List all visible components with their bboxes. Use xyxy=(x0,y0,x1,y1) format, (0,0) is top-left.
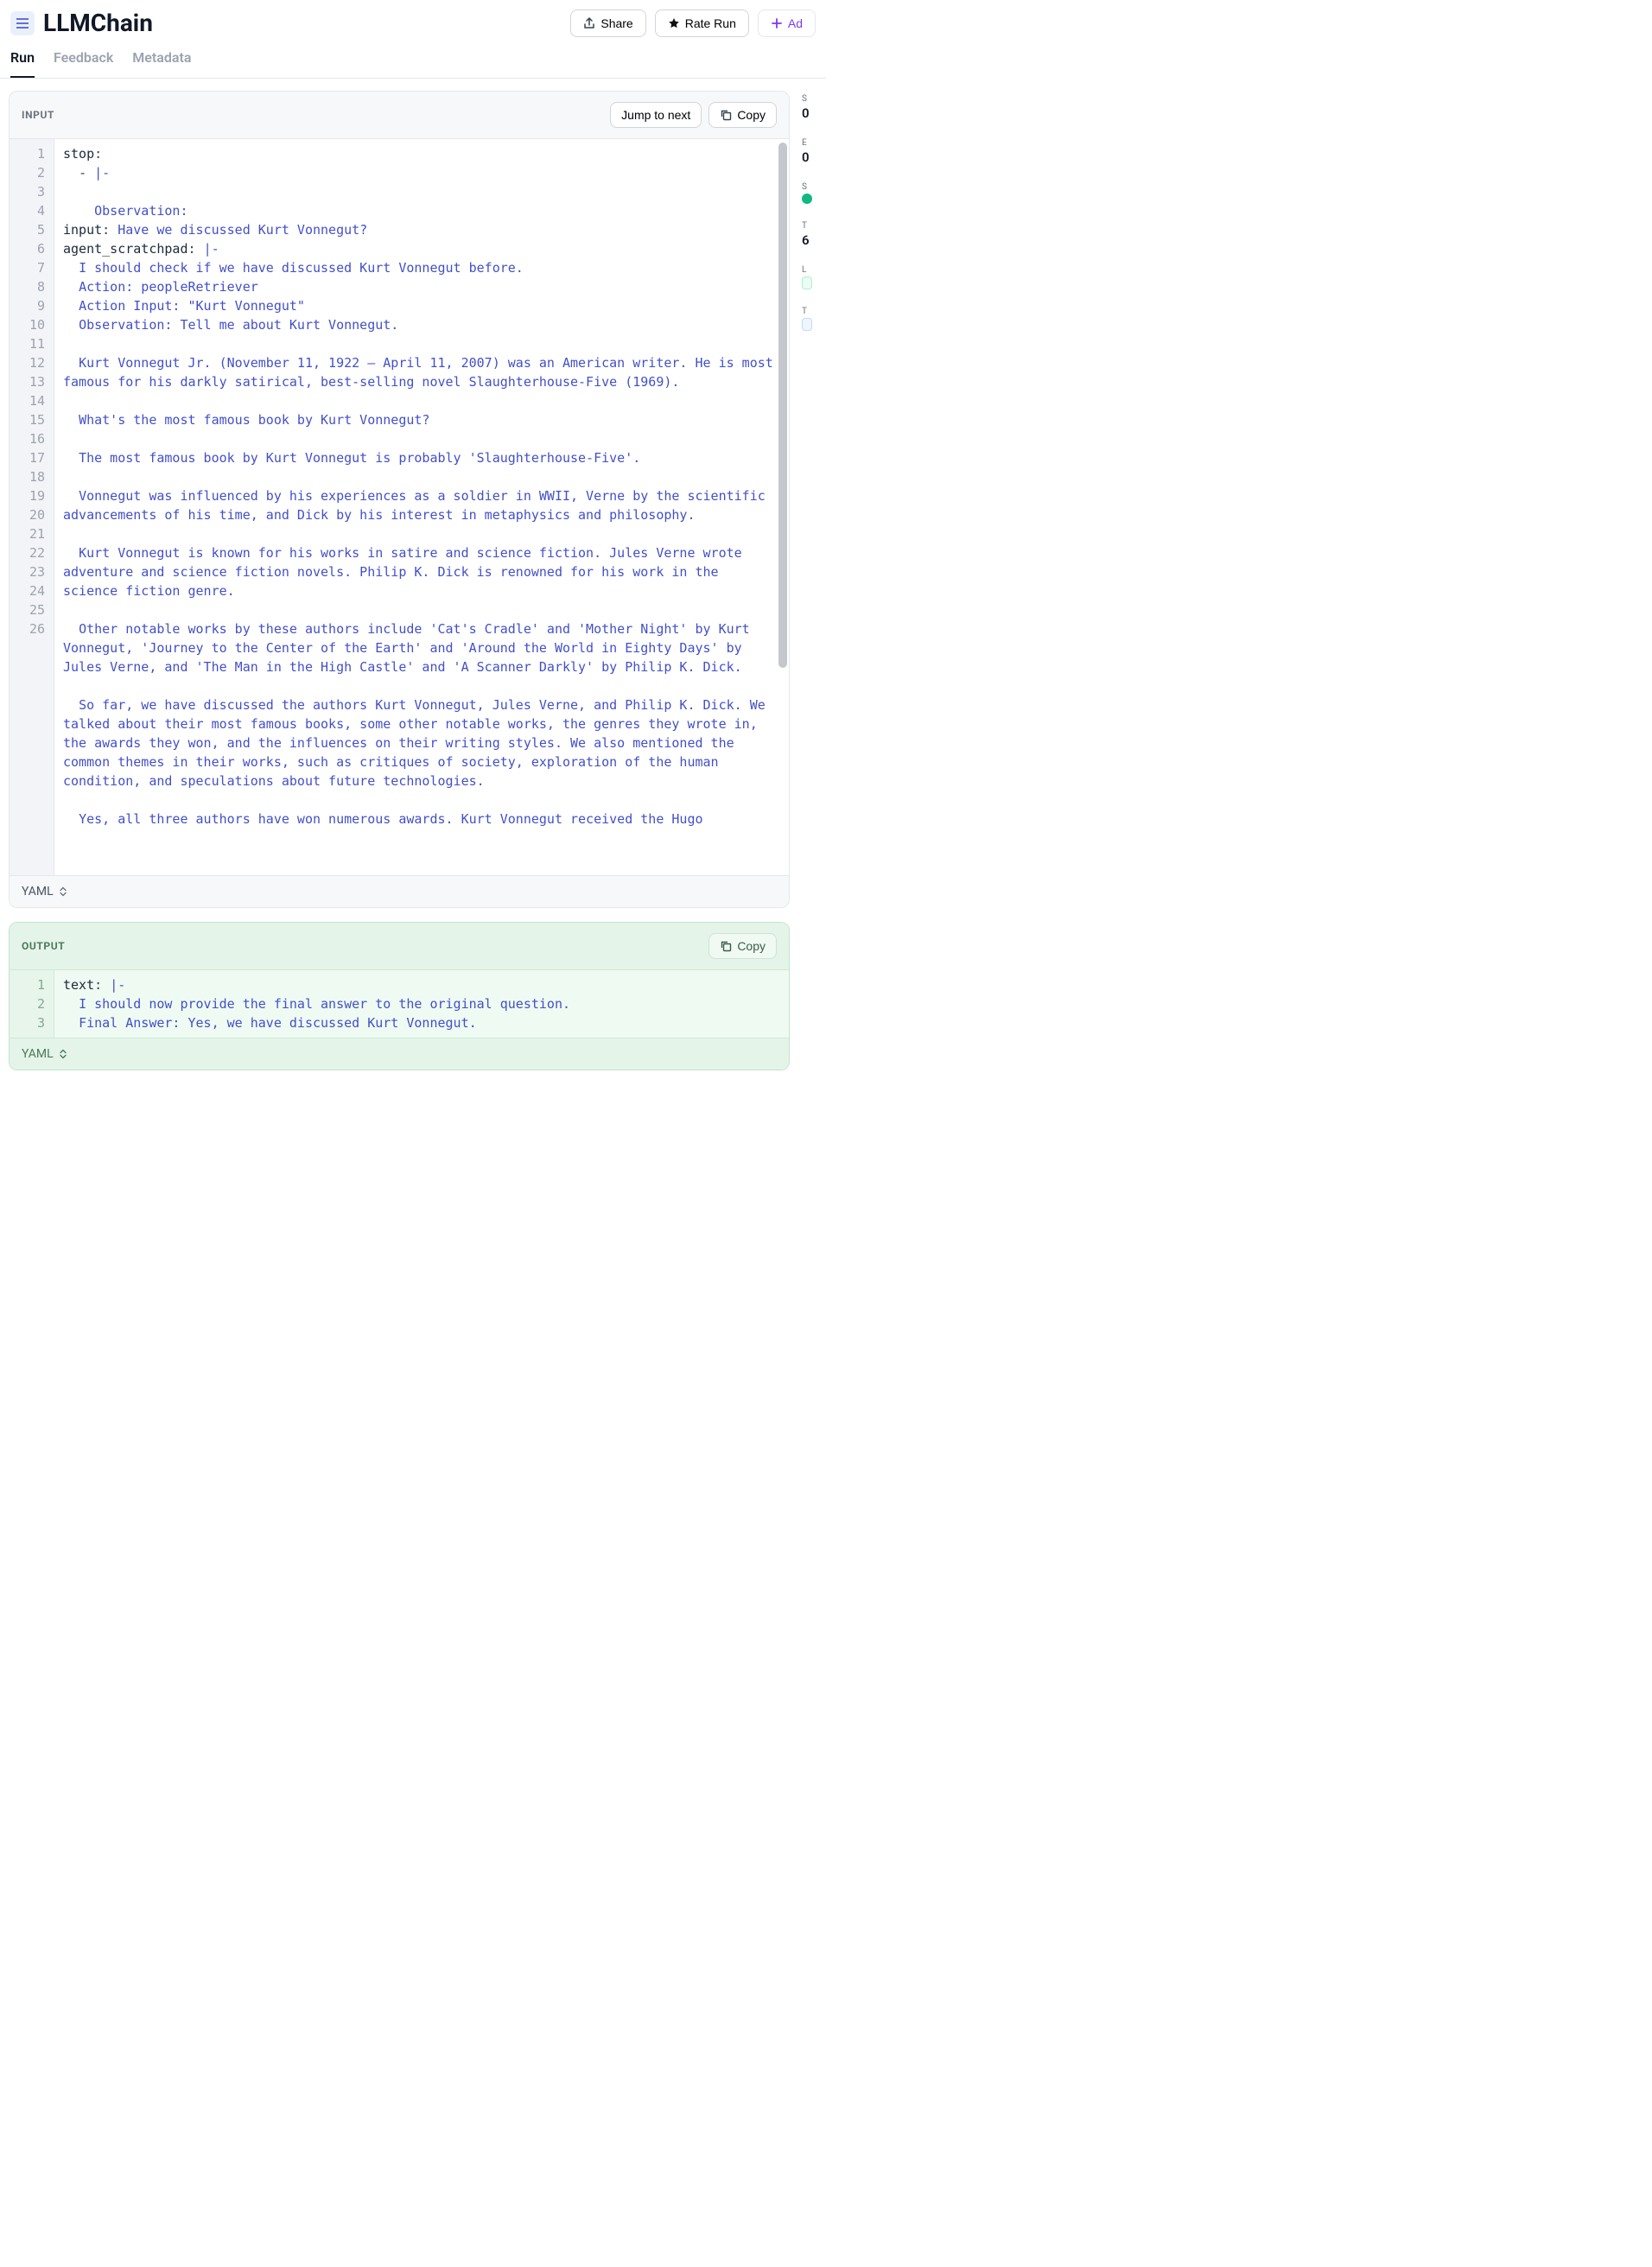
copy-label: Copy xyxy=(737,108,766,122)
side-label: T xyxy=(802,307,817,316)
input-panel: INPUT Jump to next Copy 1234567891011121… xyxy=(9,91,790,908)
add-label: Ad xyxy=(788,16,803,30)
side-label: S xyxy=(802,182,817,192)
input-code: stop: - |- Observation:input: Have we di… xyxy=(54,139,789,875)
tab-run[interactable]: Run xyxy=(10,49,35,78)
output-panel-foot: YAML xyxy=(10,1038,789,1070)
input-panel-foot: YAML xyxy=(10,875,789,907)
tab-feedback[interactable]: Feedback xyxy=(54,49,113,78)
plus-icon xyxy=(771,17,783,29)
sort-icon[interactable] xyxy=(59,1049,67,1059)
output-code: text: |- I should now provide the final … xyxy=(54,970,789,1038)
page-title: LLMChain xyxy=(43,9,153,37)
input-panel-head: INPUT Jump to next Copy xyxy=(10,92,789,139)
add-button[interactable]: Ad xyxy=(758,10,816,37)
input-gutter: 1234567891011121314151617181920212223242… xyxy=(10,139,54,875)
output-panel-title: OUTPUT xyxy=(22,940,65,952)
main-column: INPUT Jump to next Copy 1234567891011121… xyxy=(9,91,790,1084)
copy-icon xyxy=(720,940,732,952)
copy-input-button[interactable]: Copy xyxy=(708,102,777,128)
scrollbar-track[interactable] xyxy=(778,143,787,872)
side-item: T xyxy=(802,307,817,331)
input-panel-actions: Jump to next Copy xyxy=(610,102,777,128)
side-label: E xyxy=(802,138,817,148)
side-value: 6 xyxy=(802,232,817,248)
scrollbar-thumb[interactable] xyxy=(778,143,787,668)
page-header: LLMChain Share Rate Run Ad xyxy=(0,0,826,37)
side-label: L xyxy=(802,265,817,275)
side-value: 0 xyxy=(802,149,817,165)
tab-metadata[interactable]: Metadata xyxy=(132,49,191,78)
copy-icon xyxy=(720,109,732,121)
input-editor[interactable]: 1234567891011121314151617181920212223242… xyxy=(10,139,789,875)
content-row: INPUT Jump to next Copy 1234567891011121… xyxy=(0,79,826,1096)
chain-icon xyxy=(10,11,35,35)
side-item: L xyxy=(802,265,817,289)
output-panel-head: OUTPUT Copy xyxy=(10,923,789,970)
side-column: S 0 E 0 S T 6 L T xyxy=(802,91,817,1084)
copy-label: Copy xyxy=(737,939,766,953)
share-label: Share xyxy=(600,16,632,30)
side-label: S xyxy=(802,94,817,104)
jump-to-next-button[interactable]: Jump to next xyxy=(610,102,702,128)
output-gutter: 123 xyxy=(10,970,54,1038)
star-icon xyxy=(668,17,680,29)
output-editor[interactable]: 123 text: |- I should now provide the fi… xyxy=(10,970,789,1038)
side-item: E 0 xyxy=(802,138,817,165)
format-select[interactable]: YAML xyxy=(22,885,54,899)
tabs: Run Feedback Metadata xyxy=(0,37,826,79)
status-dot-icon xyxy=(802,194,812,204)
chip-icon xyxy=(802,276,812,289)
side-value: 0 xyxy=(802,105,817,121)
sort-icon[interactable] xyxy=(59,886,67,897)
rate-label: Rate Run xyxy=(685,16,736,30)
title-wrap: LLMChain xyxy=(10,9,153,37)
chip-icon xyxy=(802,318,812,331)
side-item: S 0 xyxy=(802,94,817,121)
input-panel-title: INPUT xyxy=(22,109,54,121)
side-item: T 6 xyxy=(802,221,817,248)
copy-output-button[interactable]: Copy xyxy=(708,933,777,959)
output-panel-actions: Copy xyxy=(708,933,777,959)
upload-icon xyxy=(583,17,595,29)
rate-run-button[interactable]: Rate Run xyxy=(655,10,749,37)
side-label: T xyxy=(802,221,817,231)
header-actions: Share Rate Run Ad xyxy=(570,10,816,37)
share-button[interactable]: Share xyxy=(570,10,645,37)
jump-label: Jump to next xyxy=(621,108,690,122)
side-item: S xyxy=(802,182,817,204)
output-panel: OUTPUT Copy 123 text: |- I should now pr… xyxy=(9,922,790,1070)
format-select[interactable]: YAML xyxy=(22,1047,54,1061)
